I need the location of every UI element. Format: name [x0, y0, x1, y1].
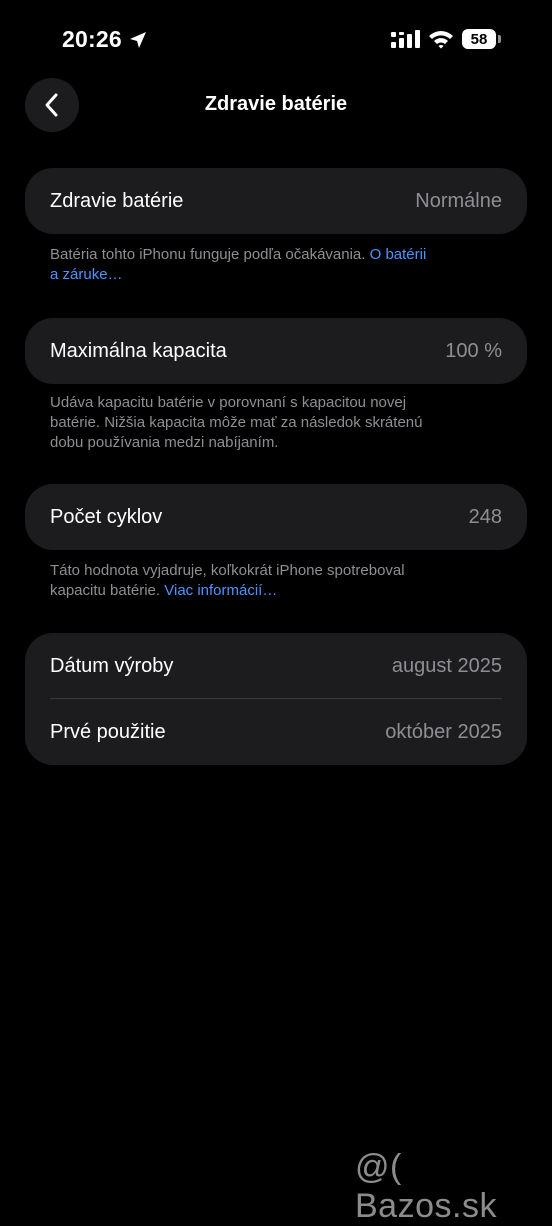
manufacture-date-value: august 2025 — [391, 654, 502, 677]
max-capacity-value: 100 % — [445, 339, 502, 362]
status-bar: 20:26 58 — [0, 0, 552, 80]
max-capacity-footnote-line-3: dobu používania medzi nabíjaním. — [50, 434, 279, 451]
more-info-link[interactable]: Viac informácií… — [164, 582, 277, 599]
cycle-count-value: 248 — [468, 505, 502, 528]
max-capacity-row: Maximálna kapacita 100 % — [50, 318, 502, 384]
first-use-value: október 2025 — [385, 720, 502, 743]
dates-card: Dátum výroby august 2025 Prvé použitie o… — [25, 633, 527, 765]
battery-health-label: Zdravie batérie — [50, 189, 184, 212]
page-title: Zdravie batérie — [204, 93, 348, 115]
watermark: @( Bazos.sk — [355, 1148, 497, 1225]
battery-health-card[interactable]: Zdravie batérie Normálne — [25, 168, 527, 234]
location-arrow-icon — [130, 32, 146, 48]
first-use-row: Prvé použitie október 2025 — [50, 699, 502, 765]
manufacture-date-row: Dátum výroby august 2025 — [50, 633, 502, 699]
first-use-label: Prvé použitie — [50, 720, 166, 743]
max-capacity-footnote-line-2: batérie. Nižšia kapacita môže mať za nás… — [50, 414, 423, 431]
battery-health-value: Normálne — [415, 189, 502, 212]
max-capacity-footnote-line-1: Udáva kapacitu batérie v porovnaní s kap… — [50, 394, 407, 411]
cycle-count-label: Počet cyklov — [50, 505, 163, 528]
cycle-count-footnote-line-1: Táto hodnota vyjadruje, koľkokrát iPhone… — [50, 562, 405, 579]
status-time: 20:26 — [62, 26, 122, 52]
battery-health-row[interactable]: Zdravie batérie Normálne — [50, 168, 502, 234]
max-capacity-footnote: Udáva kapacitu batérie v porovnaní s kap… — [50, 393, 490, 453]
max-capacity-label: Maximálna kapacita — [50, 339, 227, 362]
cycle-count-row: Počet cyklov 248 — [50, 484, 502, 550]
wifi-icon — [429, 31, 453, 49]
manufacture-date-label: Dátum výroby — [50, 654, 174, 677]
battery-tip — [498, 35, 501, 43]
battery-health-footnote: Batéria tohto iPhonu funguje podľa očaká… — [50, 245, 490, 285]
max-capacity-card: Maximálna kapacita 100 % — [25, 318, 527, 384]
cellular-signal-icon — [391, 30, 420, 48]
battery-health-footnote-text: Batéria tohto iPhonu funguje podľa očaká… — [50, 246, 370, 263]
battery-icon: 58 — [462, 29, 502, 51]
cycle-count-card: Počet cyklov 248 — [25, 484, 527, 550]
cycle-count-footnote: Táto hodnota vyjadruje, koľkokrát iPhone… — [50, 561, 490, 601]
cycle-count-footnote-line-2: kapacitu batérie. — [50, 582, 165, 599]
battery-level: 58 — [462, 29, 496, 49]
battery-warranty-link-cont[interactable]: a záruke… — [50, 266, 123, 283]
battery-warranty-link[interactable]: O batérii — [370, 246, 427, 263]
